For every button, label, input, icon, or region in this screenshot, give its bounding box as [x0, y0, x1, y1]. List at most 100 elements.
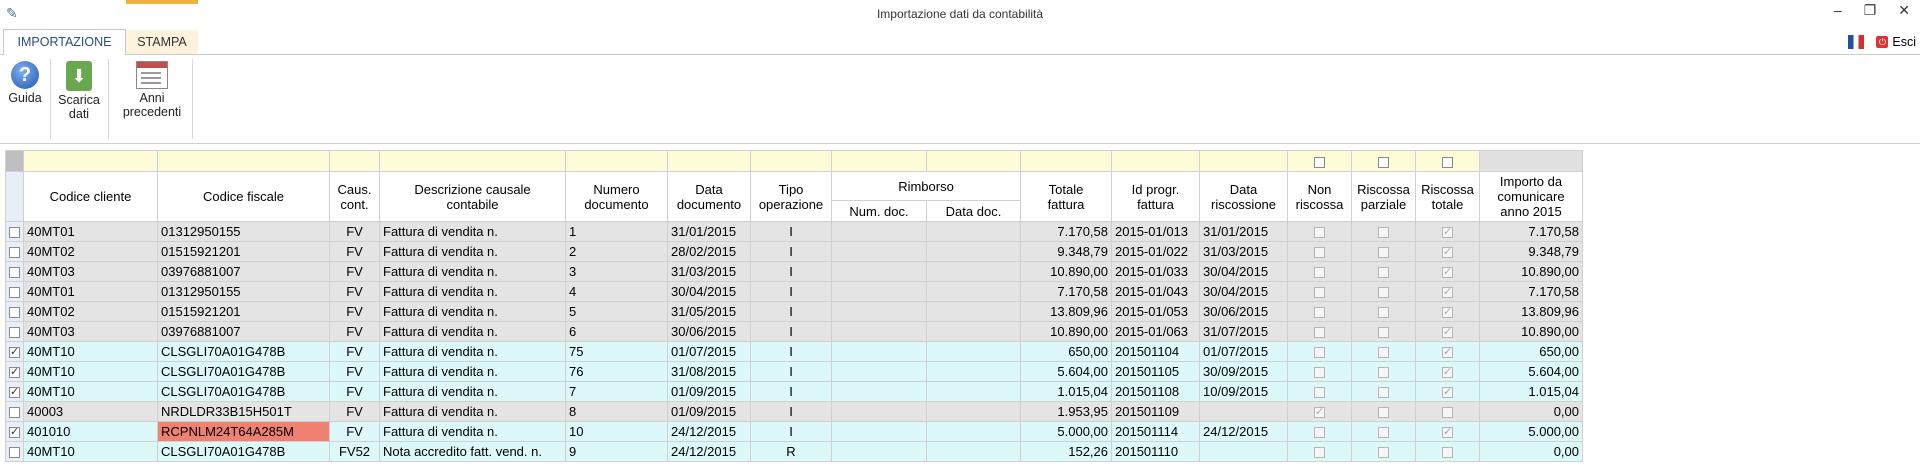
cell-riscossa-totale[interactable] [1415, 341, 1480, 362]
row-select[interactable] [5, 281, 24, 302]
table-row[interactable]: 40MT10 CLSGLI70A01G478B FV52 Nota accredito… [5, 441, 1583, 462]
cell-riscossa-totale[interactable] [1415, 361, 1480, 382]
cell-non-riscossa-checkbox[interactable] [1314, 347, 1325, 359]
exit-button[interactable]: ⏻ Esci [1876, 35, 1916, 49]
filter-riscossa-totale[interactable] [1415, 150, 1480, 172]
row-select-checkbox[interactable] [9, 287, 20, 299]
anni-precedenti-button[interactable]: Anni precedenti [114, 61, 190, 119]
cell-riscossa-totale-checkbox[interactable] [1442, 345, 1453, 359]
filter-cell[interactable] [831, 150, 927, 172]
table-row[interactable]: 40MT01 01312950155 FV Fattura di vendita n.… [5, 221, 1583, 242]
filter-checkbox[interactable] [1314, 156, 1325, 168]
cell-non-riscossa[interactable] [1287, 401, 1352, 422]
header-id-progr[interactable]: Id progr. fattura [1111, 171, 1200, 222]
cell-riscossa-totale-checkbox[interactable] [1442, 385, 1453, 399]
row-select[interactable] [5, 441, 24, 462]
cell-riscossa-totale-checkbox[interactable] [1442, 245, 1453, 259]
header-non-riscossa[interactable]: Non riscossa [1287, 171, 1352, 222]
cell-riscossa-parziale[interactable] [1351, 241, 1416, 262]
cell-non-riscossa[interactable] [1287, 421, 1352, 442]
cell-riscossa-parziale[interactable] [1351, 281, 1416, 302]
filter-checkbox[interactable] [1378, 156, 1389, 168]
cell-riscossa-totale[interactable] [1415, 241, 1480, 262]
filter-cell[interactable] [667, 150, 751, 172]
cell-non-riscossa[interactable] [1287, 341, 1352, 362]
cell-riscossa-parziale-checkbox[interactable] [1378, 427, 1389, 439]
cell-non-riscossa[interactable] [1287, 301, 1352, 322]
row-select[interactable] [5, 221, 24, 242]
cell-riscossa-totale[interactable] [1415, 221, 1480, 242]
filter-cell[interactable] [23, 150, 158, 172]
filter-cell[interactable] [565, 150, 668, 172]
close-icon[interactable]: ✕ [1898, 2, 1910, 19]
cell-non-riscossa-checkbox[interactable] [1314, 307, 1325, 319]
cell-non-riscossa[interactable] [1287, 441, 1352, 462]
cell-non-riscossa[interactable] [1287, 221, 1352, 242]
cell-riscossa-parziale[interactable] [1351, 301, 1416, 322]
header-importo[interactable]: Importo da comunicare anno 2015 [1479, 171, 1583, 222]
select-all-corner[interactable] [5, 150, 24, 172]
header-numero-documento[interactable]: Numero documento [565, 171, 668, 222]
cell-non-riscossa[interactable] [1287, 361, 1352, 382]
cell-riscossa-parziale[interactable] [1351, 381, 1416, 402]
row-select[interactable] [5, 381, 24, 402]
row-select-checkbox[interactable] [9, 307, 20, 319]
row-select[interactable] [5, 301, 24, 322]
cell-riscossa-parziale-checkbox[interactable] [1378, 447, 1389, 459]
row-select[interactable] [5, 421, 24, 442]
cell-riscossa-parziale[interactable] [1351, 261, 1416, 282]
cell-riscossa-parziale[interactable] [1351, 321, 1416, 342]
cell-non-riscossa-checkbox[interactable] [1314, 327, 1325, 339]
table-row[interactable]: 40MT03 03976881007 FV Fattura di vendita n.… [5, 321, 1583, 342]
filter-riscossa-parziale[interactable] [1351, 150, 1416, 172]
cell-riscossa-totale[interactable] [1415, 421, 1480, 442]
cell-non-riscossa[interactable] [1287, 281, 1352, 302]
header-codice-fiscale[interactable]: Codice fiscale [157, 171, 330, 222]
header-codice-cliente[interactable]: Codice cliente [23, 171, 158, 222]
cell-riscossa-parziale[interactable] [1351, 441, 1416, 462]
cell-non-riscossa-checkbox[interactable] [1314, 287, 1325, 299]
row-select-checkbox[interactable] [9, 407, 20, 419]
cell-riscossa-parziale-checkbox[interactable] [1378, 347, 1389, 359]
header-descrizione[interactable]: Descrizione causale contabile [379, 171, 566, 222]
cell-riscossa-totale-checkbox[interactable] [1442, 225, 1453, 239]
cell-riscossa-parziale[interactable] [1351, 341, 1416, 362]
filter-non-riscossa[interactable] [1287, 150, 1352, 172]
table-row[interactable]: 40MT02 01515921201 FV Fattura di vendita n.… [5, 301, 1583, 322]
cell-riscossa-parziale-checkbox[interactable] [1378, 367, 1389, 379]
filter-cell[interactable] [1199, 150, 1288, 172]
row-select-checkbox[interactable] [9, 227, 20, 239]
cell-riscossa-parziale[interactable] [1351, 221, 1416, 242]
cell-non-riscossa-checkbox[interactable] [1314, 367, 1325, 379]
cell-non-riscossa-checkbox[interactable] [1314, 247, 1325, 259]
cell-riscossa-totale-checkbox[interactable] [1442, 265, 1453, 279]
cell-non-riscossa[interactable] [1287, 261, 1352, 282]
filter-cell[interactable] [157, 150, 330, 172]
cell-riscossa-parziale-checkbox[interactable] [1378, 247, 1389, 259]
restore-icon[interactable]: ❐ [1864, 2, 1877, 19]
table-row[interactable]: 40MT10CLSGLI70A01G478BFVFattura di vendi… [5, 381, 1583, 402]
filter-checkbox[interactable] [1442, 156, 1453, 168]
cell-non-riscossa[interactable] [1287, 241, 1352, 262]
cell-non-riscossa-checkbox[interactable] [1314, 267, 1325, 279]
cell-riscossa-totale-checkbox[interactable] [1442, 447, 1453, 459]
language-flag-icon[interactable] [1848, 35, 1865, 49]
row-select[interactable] [5, 401, 24, 422]
table-row[interactable]: 401010RCPNLM24T64A285MFVFattura di vendi… [5, 421, 1583, 442]
row-select-checkbox[interactable] [9, 345, 20, 359]
header-riscossa-parziale[interactable]: Riscossa parziale [1351, 171, 1416, 222]
cell-riscossa-parziale-checkbox[interactable] [1378, 227, 1389, 239]
cell-riscossa-totale[interactable] [1415, 441, 1480, 462]
row-select[interactable] [5, 261, 24, 282]
table-row[interactable]: 40MT01 01312950155 FV Fattura di vendita n.… [5, 281, 1583, 302]
row-select-checkbox[interactable] [9, 327, 20, 339]
filter-cell[interactable] [1020, 150, 1112, 172]
cell-riscossa-totale[interactable] [1415, 261, 1480, 282]
filter-cell[interactable] [329, 150, 380, 172]
cell-riscossa-parziale-checkbox[interactable] [1378, 267, 1389, 279]
table-row[interactable]: 40003 NRDLDR33B15H501T FV Fattura di vendit… [5, 401, 1583, 422]
row-select-checkbox[interactable] [9, 425, 20, 439]
cell-non-riscossa-checkbox[interactable] [1314, 387, 1325, 399]
filter-cell[interactable] [1111, 150, 1200, 172]
cell-riscossa-totale-checkbox[interactable] [1442, 305, 1453, 319]
